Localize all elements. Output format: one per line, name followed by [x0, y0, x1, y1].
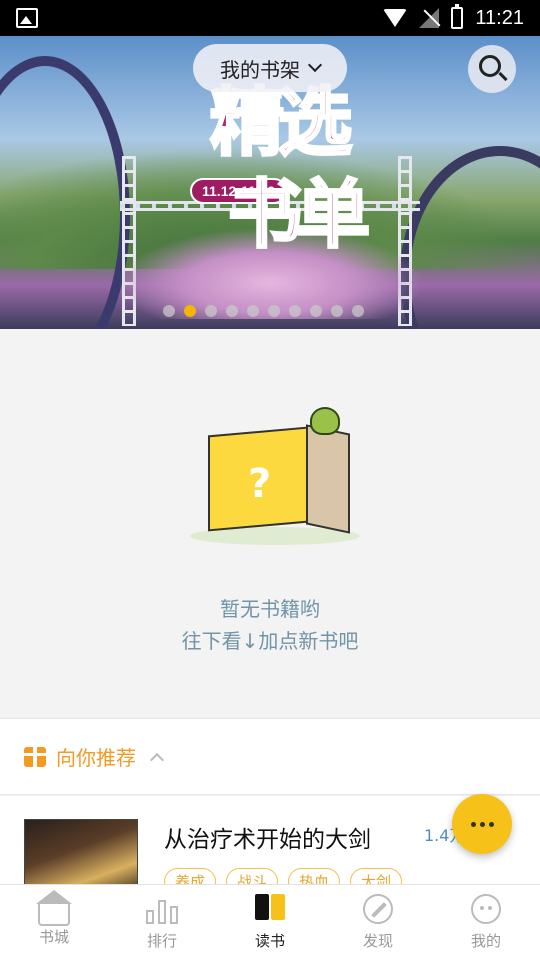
bean-mascot-icon — [310, 407, 340, 435]
empty-box-illustration: ? — [190, 399, 360, 549]
chevron-up-icon[interactable] — [149, 752, 165, 767]
battery-charging-icon — [451, 4, 464, 29]
profile-cat-icon — [471, 894, 501, 924]
tab-label: 发现 — [362, 932, 393, 950]
banner-dot[interactable] — [184, 305, 196, 317]
more-dot — [470, 821, 476, 827]
no-signal-icon — [419, 8, 440, 28]
promo-artwork: 精选 11.12-11.19 书单 — [190, 80, 372, 296]
status-bar: 11:21 — [0, 0, 540, 36]
banner-dot[interactable] — [163, 305, 175, 317]
gallery-notification-icon — [16, 8, 38, 28]
question-mark-icon: ? — [248, 461, 272, 507]
compass-icon — [363, 894, 393, 924]
search-button[interactable] — [468, 45, 516, 93]
tab-profile[interactable]: 我的 — [432, 885, 540, 960]
empty-shelf: ? 暂无书籍哟 往下看↓加点新书吧 — [0, 329, 540, 718]
banner-dot[interactable] — [226, 305, 238, 317]
banner-dot[interactable] — [331, 305, 343, 317]
gift-icon — [24, 746, 46, 767]
reading-icon — [254, 894, 286, 924]
banner-rail-left — [0, 56, 130, 329]
empty-hint: 往下看↓加点新书吧 — [181, 629, 359, 653]
banner-dot[interactable] — [289, 305, 301, 317]
promo-title-line1: 精选 — [209, 80, 354, 166]
recommend-header[interactable]: 向你推荐 — [0, 718, 540, 795]
tab-label: 我的 — [470, 932, 501, 950]
banner-dot[interactable] — [247, 305, 259, 317]
more-actions-button[interactable] — [452, 794, 512, 854]
empty-message: 暂无书籍哟 — [220, 597, 320, 621]
bookstore-icon — [36, 890, 72, 926]
search-icon-handle — [498, 71, 508, 82]
tab-bookstore[interactable]: 书城 — [0, 885, 108, 960]
chevron-down-icon — [307, 57, 323, 73]
banner-dot[interactable] — [205, 305, 217, 317]
promo-title-line2: 书单 — [227, 172, 372, 258]
tab-ranking[interactable]: 排行 — [108, 885, 216, 960]
banner-dot[interactable] — [352, 305, 364, 317]
box-side — [306, 424, 350, 534]
shelf-title: 我的书架 — [220, 57, 300, 82]
tab-label: 排行 — [146, 932, 177, 950]
banner-dot[interactable] — [310, 305, 322, 317]
tab-label: 书城 — [38, 928, 69, 946]
bookshelf-screen: 11:21 精选 11.12-11.19 书单 我的书架 ? 暂无书籍哟 往下看… — [0, 0, 540, 960]
shelf-selector[interactable]: 我的书架 — [193, 44, 347, 92]
wifi-icon — [383, 9, 408, 27]
banner-pagination[interactable] — [163, 305, 364, 317]
book-title[interactable]: 从治疗术开始的大剑 — [164, 820, 371, 854]
more-dot — [488, 821, 494, 827]
recommend-label: 向你推荐 — [56, 746, 136, 770]
status-time: 11:21 — [475, 6, 524, 29]
more-dot — [479, 821, 485, 827]
tab-label: 读书 — [254, 932, 285, 950]
bottom-nav: 书城 排行 读书 发现 我的 — [0, 884, 540, 960]
tab-discover[interactable]: 发现 — [324, 885, 432, 960]
status-indicators: 11:21 — [383, 4, 524, 30]
banner-dot[interactable] — [268, 305, 280, 317]
tab-reading[interactable]: 读书 — [216, 885, 324, 960]
ranking-icon — [146, 894, 178, 924]
